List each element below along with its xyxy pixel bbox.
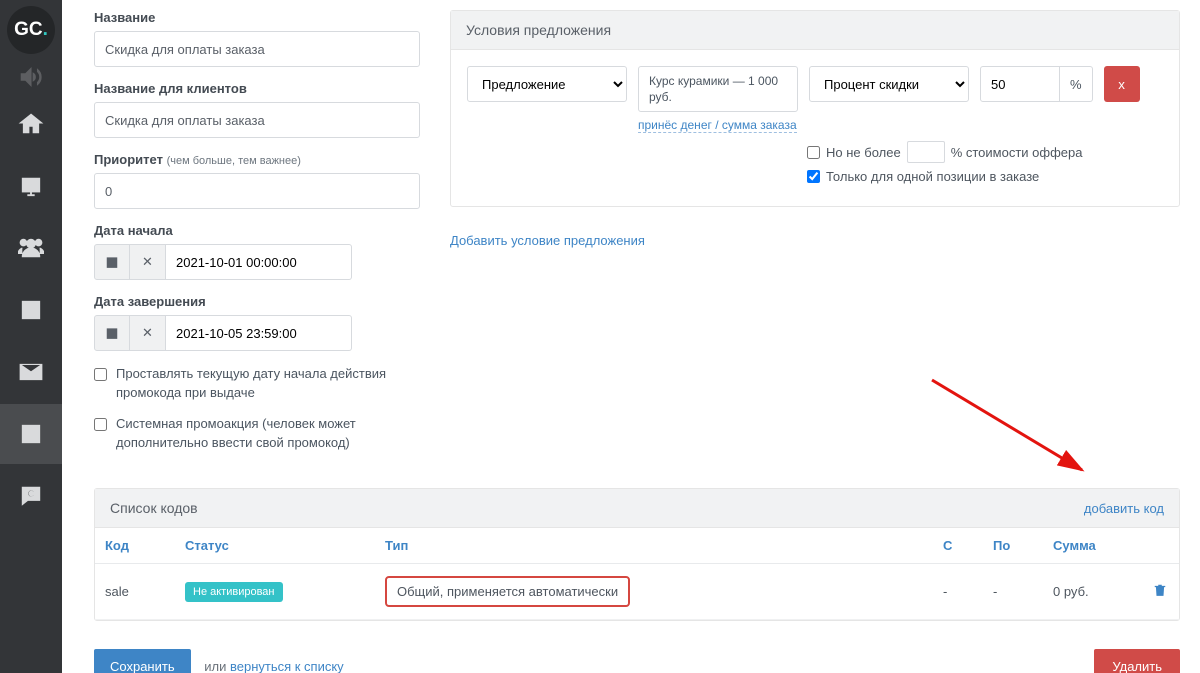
money-link[interactable]: принёс денег / сумма заказа bbox=[638, 118, 797, 133]
unit-label: % bbox=[1060, 66, 1093, 102]
calendar-icon[interactable] bbox=[94, 244, 130, 280]
settings-icon[interactable] bbox=[0, 404, 62, 464]
mail-icon[interactable] bbox=[0, 342, 62, 402]
col-to[interactable]: По bbox=[983, 528, 1043, 564]
single-position-label: Только для одной позиции в заказе bbox=[826, 169, 1039, 184]
or-text: или вернуться к списку bbox=[204, 659, 343, 673]
system-promo-label: Системная промоакция (человек может допо… bbox=[116, 415, 396, 453]
col-from[interactable]: С bbox=[933, 528, 983, 564]
status-badge: Не активирован bbox=[185, 582, 283, 602]
cell-sum: 0 руб. bbox=[1043, 564, 1143, 620]
cap-checkbox[interactable] bbox=[807, 146, 820, 159]
clear-date-icon[interactable]: ✕ bbox=[130, 315, 166, 351]
cell-type: Общий, применяется автоматически bbox=[385, 576, 630, 607]
cell-code: sale bbox=[95, 564, 175, 620]
main-content: Название Название для клиентов Приоритет… bbox=[62, 0, 1200, 673]
back-link[interactable]: вернуться к списку bbox=[230, 659, 344, 673]
discount-value-input[interactable] bbox=[980, 66, 1060, 102]
cell-to: - bbox=[983, 564, 1043, 620]
discount-type-select[interactable]: Процент скидки bbox=[809, 66, 969, 102]
priority-input[interactable] bbox=[94, 173, 420, 209]
end-date-input[interactable] bbox=[166, 315, 352, 351]
start-date-input[interactable] bbox=[166, 244, 352, 280]
logo[interactable]: GC. bbox=[7, 6, 55, 54]
title-input[interactable] bbox=[94, 31, 420, 67]
chat-icon[interactable]: C bbox=[0, 466, 62, 526]
save-button[interactable]: Сохранить bbox=[94, 649, 191, 673]
svg-text:C: C bbox=[27, 489, 34, 500]
add-condition-link[interactable]: Добавить условие предложения bbox=[450, 233, 645, 248]
table-row: sale Не активирован Общий, применяется а… bbox=[95, 564, 1179, 620]
single-position-checkbox[interactable] bbox=[807, 170, 820, 183]
conditions-header: Условия предложения bbox=[451, 11, 1179, 50]
tasks-icon[interactable] bbox=[0, 280, 62, 340]
set-current-date-checkbox[interactable] bbox=[94, 368, 107, 381]
end-date-label: Дата завершения bbox=[94, 294, 420, 309]
col-code[interactable]: Код bbox=[95, 528, 175, 564]
clear-date-icon[interactable]: ✕ bbox=[130, 244, 166, 280]
cap-label-post: % стоимости оффера bbox=[951, 145, 1083, 160]
add-code-link[interactable]: добавить код bbox=[1084, 501, 1164, 516]
delete-button[interactable]: Удалить bbox=[1094, 649, 1180, 673]
trash-icon[interactable] bbox=[1153, 585, 1167, 600]
chart-icon[interactable] bbox=[0, 156, 62, 216]
sidebar: GC. C bbox=[0, 0, 62, 673]
cap-label-pre: Но не более bbox=[826, 145, 901, 160]
cell-from: - bbox=[933, 564, 983, 620]
col-type[interactable]: Тип bbox=[375, 528, 933, 564]
conditions-panel: Условия предложения Предложение Курс кур… bbox=[450, 10, 1180, 207]
col-status[interactable]: Статус bbox=[175, 528, 375, 564]
title-label: Название bbox=[94, 10, 420, 25]
codes-title: Список кодов bbox=[110, 500, 198, 516]
home-icon[interactable] bbox=[0, 94, 62, 154]
cap-value-input[interactable] bbox=[907, 141, 945, 163]
set-current-date-label: Проставлять текущую дату начала действия… bbox=[116, 365, 396, 403]
client-title-label: Название для клиентов bbox=[94, 81, 420, 96]
client-title-input[interactable] bbox=[94, 102, 420, 138]
remove-condition-button[interactable]: х bbox=[1104, 66, 1140, 102]
start-date-label: Дата начала bbox=[94, 223, 420, 238]
users-icon[interactable] bbox=[0, 218, 62, 278]
condition-type-select[interactable]: Предложение bbox=[467, 66, 627, 102]
codes-table: Код Статус Тип С По Сумма sale Не активи… bbox=[95, 528, 1179, 620]
offer-name[interactable]: Курс курамики — 1 000 руб. bbox=[638, 66, 798, 112]
volume-icon[interactable] bbox=[0, 62, 62, 92]
priority-label: Приоритет (чем больше, тем важнее) bbox=[94, 152, 420, 167]
col-sum[interactable]: Сумма bbox=[1043, 528, 1143, 564]
calendar-icon[interactable] bbox=[94, 315, 130, 351]
system-promo-checkbox[interactable] bbox=[94, 418, 107, 431]
codes-panel: Список кодов добавить код Код Статус Тип… bbox=[94, 488, 1180, 621]
